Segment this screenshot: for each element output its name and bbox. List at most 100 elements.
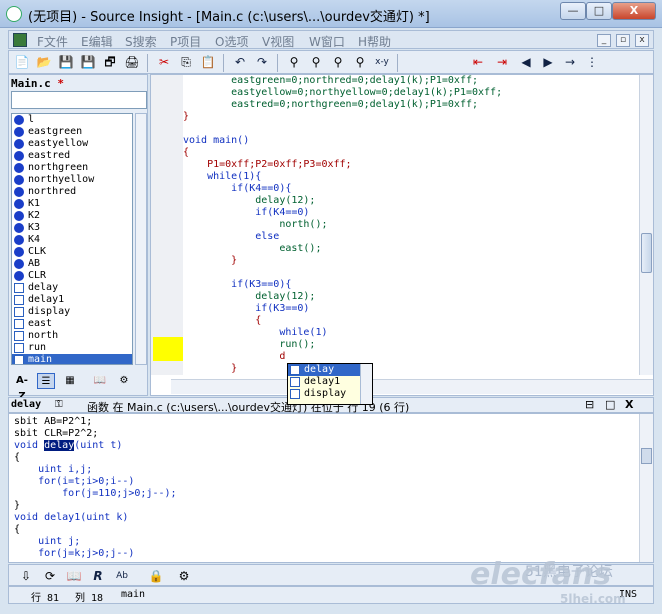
editor-vertical-scrollbar[interactable] xyxy=(639,75,653,375)
symbol-search-input[interactable] xyxy=(11,91,147,109)
menu-project[interactable]: P项目 xyxy=(170,33,201,50)
jump-to-icon[interactable]: → xyxy=(561,54,579,71)
new-file-icon[interactable]: 📄 xyxy=(13,54,31,71)
open-folder-icon[interactable]: 📂 xyxy=(35,54,53,71)
context-maximize-button[interactable]: □ xyxy=(605,398,615,411)
replace-icon[interactable]: ⚲ xyxy=(351,54,369,71)
category-view-icon[interactable]: ▦ xyxy=(61,373,79,389)
function-symbol-icon xyxy=(14,307,24,317)
symbol-item[interactable]: northyellow xyxy=(12,174,132,186)
context-window[interactable]: sbit AB=P2^1; sbit CLR=P2^2; void delay(ui… xyxy=(8,413,654,563)
variable-symbol-icon xyxy=(14,247,24,257)
save-all-icon[interactable]: 💾 xyxy=(79,54,97,71)
symbol-item[interactable]: K2 xyxy=(12,210,132,222)
autocomplete-scrollbar[interactable] xyxy=(360,364,372,404)
menu-file[interactable]: F文件 xyxy=(37,33,68,50)
menu-window[interactable]: W窗口 xyxy=(309,33,345,50)
maximize-button[interactable]: □ xyxy=(586,2,612,20)
autocomplete-popup[interactable]: delay delay1 display xyxy=(287,363,373,405)
symbol-list-scrollbar[interactable] xyxy=(135,113,147,365)
find-prev-icon[interactable]: ⚲ xyxy=(307,54,325,71)
symbol-item[interactable]: l xyxy=(12,114,132,126)
function-symbol-icon xyxy=(14,283,24,293)
find-next-icon[interactable]: ⚲ xyxy=(329,54,347,71)
close-file-icon[interactable]: 🗗 xyxy=(101,54,119,71)
context-close-button[interactable]: X xyxy=(625,398,633,411)
symbol-label: north xyxy=(28,330,59,341)
more-icon[interactable]: ⋮ xyxy=(583,54,601,71)
lock-icon[interactable]: 🔒 xyxy=(147,568,165,585)
symbol-item[interactable]: run xyxy=(12,342,132,354)
book-icon[interactable]: 📖 xyxy=(65,568,83,585)
mdi-close-button[interactable]: x xyxy=(635,34,649,47)
symbol-item[interactable]: K4 xyxy=(12,234,132,246)
sort-az-button[interactable]: A-Z xyxy=(13,373,31,402)
copy-icon[interactable]: ⎘ xyxy=(177,54,195,71)
symbol-label: K4 xyxy=(28,234,41,245)
settings-icon[interactable]: ⚙ xyxy=(115,373,133,389)
symbol-list[interactable]: l eastgreen eastyellow eastred northgreen nor… xyxy=(11,113,133,365)
cut-icon[interactable]: ✂ xyxy=(155,54,173,71)
symbol-item[interactable]: AB xyxy=(12,258,132,270)
menu-search[interactable]: S搜索 xyxy=(125,33,157,50)
symbol-item[interactable]: K1 xyxy=(12,198,132,210)
symbol-item[interactable]: CLK xyxy=(12,246,132,258)
code-line: if(K4==0){ xyxy=(183,183,292,194)
book-icon[interactable]: 📖 xyxy=(91,373,109,389)
reference-icon[interactable]: R xyxy=(89,568,107,585)
sync-icon[interactable]: ⟳ xyxy=(41,568,59,585)
autocomplete-label: delay1 xyxy=(304,376,341,387)
context-restore-button[interactable]: ⊟ xyxy=(585,398,594,411)
symbol-item[interactable]: CLR xyxy=(12,270,132,282)
function-symbol-icon xyxy=(14,355,24,364)
binoculars-icon[interactable]: ⚲ xyxy=(285,54,303,71)
function-symbol-icon xyxy=(290,365,300,375)
paste-icon[interactable]: 📋 xyxy=(199,54,217,71)
code-editor[interactable]: eastgreen=0;northred=0;delay1(k);P1=0xff… xyxy=(150,74,654,396)
symbol-item[interactable]: display xyxy=(12,306,132,318)
mdi-restore-button[interactable]: ▫ xyxy=(616,34,630,47)
context-lock-icon[interactable]: ⚿ xyxy=(55,399,63,410)
variable-symbol-icon xyxy=(14,271,24,281)
context-scrollbar[interactable] xyxy=(639,414,653,562)
code-line: run(); xyxy=(183,339,316,350)
symbol-item[interactable]: northred xyxy=(12,186,132,198)
context-scroll-thumb[interactable] xyxy=(641,448,652,464)
editor-horizontal-scrollbar[interactable] xyxy=(171,379,653,394)
bookmark-prev-icon[interactable]: ⇤ xyxy=(469,54,487,71)
symbol-item[interactable]: delay xyxy=(12,282,132,294)
redo-icon[interactable]: ↷ xyxy=(253,54,271,71)
symbol-item[interactable]: main xyxy=(12,354,132,364)
status-function: main xyxy=(121,589,146,600)
forward-arrow-icon[interactable]: ▶ xyxy=(539,54,557,71)
symbol-item[interactable]: K3 xyxy=(12,222,132,234)
code-line: } xyxy=(183,111,190,122)
list-view-icon[interactable]: ☰ xyxy=(37,373,55,389)
symbol-item[interactable]: east xyxy=(12,318,132,330)
menu-view[interactable]: V视图 xyxy=(262,33,294,50)
menu-edit[interactable]: E编辑 xyxy=(81,33,113,50)
symbol-item[interactable]: northgreen xyxy=(12,162,132,174)
close-button[interactable]: X xyxy=(612,2,656,20)
mdi-minimize-button[interactable]: _ xyxy=(597,34,611,47)
font-icon[interactable]: Ab xyxy=(113,568,131,585)
cross-ref-icon[interactable]: x-y xyxy=(373,54,391,71)
print-icon[interactable]: 🖨 xyxy=(123,54,141,71)
jump-icon[interactable]: ⇩ xyxy=(17,568,35,585)
symbol-label: delay1 xyxy=(28,294,65,305)
save-icon[interactable]: 💾 xyxy=(57,54,75,71)
undo-icon[interactable]: ↶ xyxy=(231,54,249,71)
editor-scroll-thumb[interactable] xyxy=(641,233,652,273)
symbol-item[interactable]: eastgreen xyxy=(12,126,132,138)
symbol-item[interactable]: eastred xyxy=(12,150,132,162)
minimize-button[interactable]: — xyxy=(560,2,586,20)
doc-icon[interactable] xyxy=(13,33,27,47)
symbol-item[interactable]: eastyellow xyxy=(12,138,132,150)
symbol-item[interactable]: delay1 xyxy=(12,294,132,306)
bookmark-next-icon[interactable]: ⇥ xyxy=(493,54,511,71)
menu-options[interactable]: O选项 xyxy=(215,33,248,50)
symbol-item[interactable]: north xyxy=(12,330,132,342)
menu-help[interactable]: H帮助 xyxy=(358,33,391,50)
settings-icon[interactable]: ⚙ xyxy=(175,568,193,585)
back-arrow-icon[interactable]: ◀ xyxy=(517,54,535,71)
